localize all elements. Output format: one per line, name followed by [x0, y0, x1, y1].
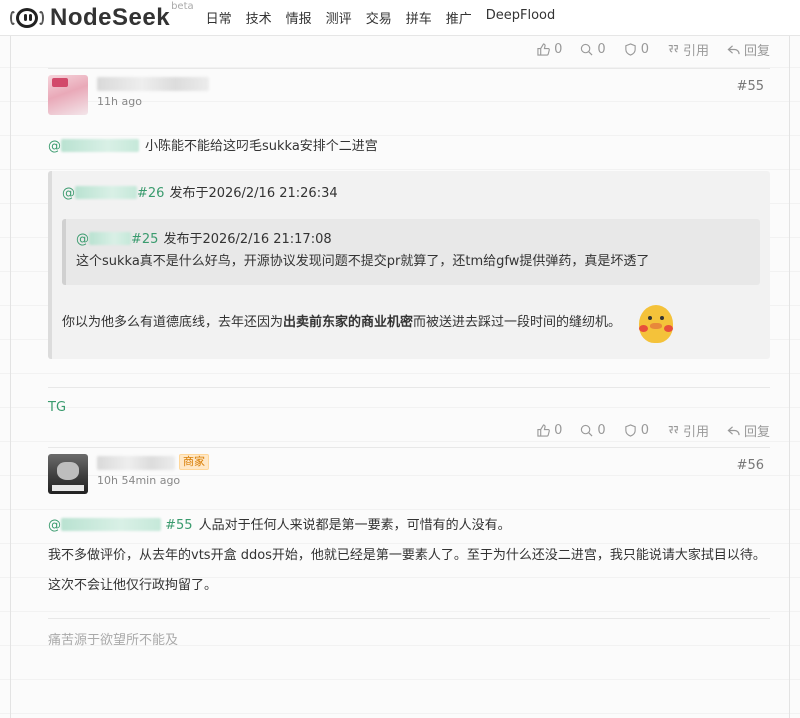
like-count: 0 [554, 422, 563, 438]
comment-body: @ 小陈能不能给这叼毛sukka安排个二进宫 [48, 137, 770, 157]
reply-icon [727, 425, 740, 435]
reply-button[interactable]: 回复 [727, 40, 770, 59]
comment-list: 0 0 0 引用 回复 11h ago #55 @ 小陈能不能给这叼毛sukka… [38, 36, 770, 648]
nav-item-review[interactable]: 测评 [326, 8, 352, 27]
signature: TG [48, 400, 67, 415]
comment-55: 11h ago #55 @ 小陈能不能给这叼毛sukka安排个二进宫 @ #26 … [38, 69, 770, 443]
collect-button[interactable]: 0 [624, 42, 649, 57]
dislike-button[interactable]: 0 [580, 41, 606, 57]
signature-divider [48, 618, 770, 619]
quote-label: 引用 [682, 43, 709, 59]
avatar[interactable] [48, 75, 88, 115]
logo-icon[interactable] [10, 7, 44, 29]
duck-sticker-image [633, 299, 681, 347]
comment-meta: 11h ago [97, 75, 209, 108]
right-margin-line [789, 34, 790, 718]
floor-number[interactable]: #56 [737, 458, 764, 473]
paragraph-2: 这次不会让他仅行政拘留了。 [48, 578, 218, 593]
reply-text: 人品对于任何人来说都是第一要素，可惜有的人没有。 [198, 518, 511, 533]
nested-quote-text: 这个sukka真不是什么好鸟，开源协议发现问题不提交pr就算了，还tm给gfw提… [76, 254, 650, 269]
thumb-up-icon [537, 423, 550, 437]
left-margin-line [10, 34, 11, 718]
nav-item-promo[interactable]: 推广 [446, 8, 472, 27]
mention-link[interactable]: @ [48, 137, 139, 157]
nav-item-deepflood[interactable]: DeepFlood [486, 8, 556, 27]
post-actions-prev: 0 0 0 引用 回复 [38, 36, 770, 62]
comment-body: @ #55 人品对于任何人来说都是第一要素，可惜有的人没有。 [48, 516, 770, 536]
reply-label: 回复 [743, 43, 770, 59]
collect-button[interactable]: 0 [624, 423, 649, 438]
quote-button[interactable]: 引用 [667, 40, 709, 59]
nested-quote-header: @ #25 发布于2026/2/16 21:17:08 [76, 229, 750, 251]
shield-icon [624, 423, 636, 437]
quote-text-row: 你以为他多么有道德底线，去年还因为出卖前东家的商业机密而被送进去踩过一段时间的缝… [62, 299, 760, 347]
quote-posted-time: 发布于2026/2/16 21:26:34 [169, 186, 338, 201]
dislike-count: 0 [597, 41, 606, 57]
nav-item-info[interactable]: 情报 [286, 8, 312, 27]
dislike-button[interactable]: 0 [580, 422, 606, 438]
search-zoom-icon [581, 424, 593, 436]
comment-time: 10h 54min ago [97, 474, 181, 487]
comment-meta: 商家 10h 54min ago [97, 454, 209, 487]
top-header: NodeSeek beta 日常 技术 情报 测评 交易 拼车 推广 DeepF… [0, 0, 800, 36]
comment-header: 商家 10h 54min ago #56 [48, 448, 770, 502]
beta-label: beta [171, 1, 194, 12]
avatar[interactable] [48, 454, 88, 494]
nav-item-carpool[interactable]: 拼车 [406, 8, 432, 27]
collect-count: 0 [640, 422, 649, 438]
merchant-badge: 商家 [179, 454, 209, 470]
quote-label: 引用 [682, 424, 709, 440]
quote-text: 你以为他多么有道德底线，去年还因为出卖前东家的商业机密而被送进去踩过一段时间的缝… [62, 315, 622, 330]
quote-button[interactable]: 引用 [667, 421, 709, 440]
quote-icon [668, 45, 678, 53]
author-row: 商家 [97, 454, 209, 470]
logo-text[interactable]: NodeSeek [50, 4, 170, 32]
author-name-redacted[interactable] [97, 456, 175, 470]
reply-icon [727, 44, 740, 54]
post-actions-55: 0 0 0 引用 回复 [48, 417, 770, 443]
mention-link[interactable]: @ #55 [48, 516, 193, 536]
nav-item-daily[interactable]: 日常 [206, 8, 232, 27]
like-button[interactable]: 0 [537, 42, 562, 57]
nested-quote-block: @ #25 发布于2026/2/16 21:17:08 这个sukka真不是什么好… [62, 219, 760, 285]
reply-label: 回复 [743, 424, 770, 440]
quote-block: @ #26 发布于2026/2/16 21:26:34 @ #25 发布于2026/… [48, 171, 770, 359]
quote-author-link[interactable]: @ #26 [62, 183, 164, 205]
comment-time: 11h ago [97, 95, 142, 108]
main-nav: 日常 技术 情报 测评 交易 拼车 推广 DeepFlood [206, 8, 570, 27]
signature: 痛苦源于欲望所不能及 [48, 633, 179, 648]
nav-item-tech[interactable]: 技术 [246, 8, 272, 27]
collect-count: 0 [640, 41, 649, 57]
reply-text: 小陈能不能给这叼毛sukka安排个二进宫 [145, 139, 378, 154]
reply-button[interactable]: 回复 [727, 421, 770, 440]
shield-icon [624, 42, 636, 56]
thumb-up-icon [537, 42, 550, 56]
quote-bold-text: 出卖前东家的商业机密 [283, 315, 414, 330]
like-button[interactable]: 0 [537, 423, 562, 438]
quote-header: @ #26 发布于2026/2/16 21:26:34 [62, 183, 760, 205]
like-count: 0 [554, 41, 563, 57]
comment-header: 11h ago #55 [48, 69, 770, 123]
floor-number[interactable]: #55 [737, 79, 764, 94]
search-zoom-icon [581, 43, 593, 55]
nested-quote-author-link[interactable]: @ #25 [76, 229, 158, 251]
nested-quote-posted-time: 发布于2026/2/16 21:17:08 [163, 232, 332, 247]
nav-item-trade[interactable]: 交易 [366, 8, 392, 27]
signature-divider [48, 387, 770, 388]
author-name-redacted[interactable] [97, 77, 209, 91]
comment-56: 商家 10h 54min ago #56 @ #55 人品对于任何人来说都是第一… [38, 448, 770, 648]
dislike-count: 0 [597, 422, 606, 438]
paragraph-1: 我不多做评价，从去年的vts开盒 ddos开始，他就已经是第一要素人了。至于为什… [48, 548, 766, 563]
quote-icon [668, 426, 678, 434]
